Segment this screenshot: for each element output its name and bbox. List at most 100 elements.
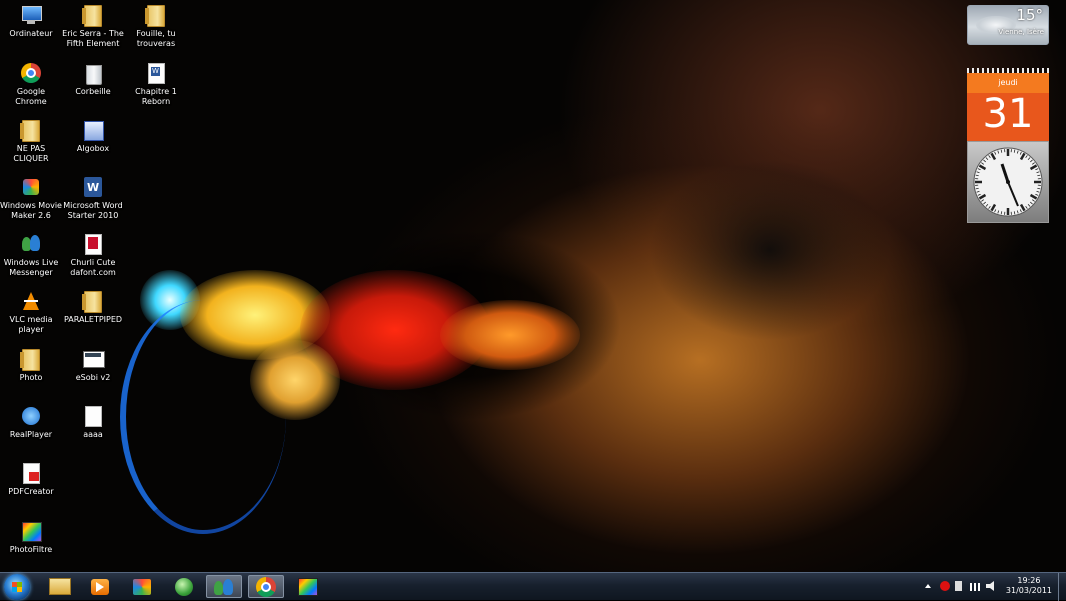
desktop-icon-movie-maker[interactable]: Windows Movie Maker 2.6: [0, 176, 62, 221]
analog-clock-face: [968, 142, 1048, 222]
desktop-icon-label: PhotoFiltre: [10, 545, 52, 555]
movie-maker-taskbar-icon: [133, 579, 151, 595]
recycle-bin-icon: [82, 62, 104, 84]
live-messenger-icon: [20, 233, 42, 255]
desktop-icon-label: Windows Live Messenger: [4, 258, 59, 278]
eric-serra-folder-icon: [82, 4, 104, 26]
desktop-icon-algobox[interactable]: Algobox: [62, 119, 124, 154]
media-player-taskbar-icon: [91, 579, 109, 595]
paraletpiped-folder-icon: [82, 290, 104, 312]
show-hidden-icons-arrow[interactable]: [925, 582, 931, 588]
desktop-icon-label: Algobox: [77, 144, 109, 154]
desktop-icon-label: Windows Movie Maker 2.6: [0, 201, 62, 221]
volume-tray-icon[interactable]: [986, 581, 996, 591]
desktop-icon-eric-serra-folder[interactable]: Eric Serra - The Fifth Element: [62, 4, 124, 49]
battery-tray-icon[interactable]: [955, 581, 962, 591]
desktop-icon-photo-folder[interactable]: Photo: [0, 348, 62, 383]
taskbar: 19:26 31/03/2011: [0, 572, 1066, 600]
desktop-icon-label: NE PAS CLIQUER: [0, 144, 62, 164]
desktop-icon-esobi[interactable]: eSobi v2: [62, 348, 124, 383]
desktop-icon-ne-pas-cliquer-folder[interactable]: NE PAS CLIQUER: [0, 119, 62, 164]
wallpaper-splash-gold-dots: [250, 340, 340, 420]
aaaa-file-icon: [82, 405, 104, 427]
photofiltre-taskbar-icon: [298, 578, 318, 596]
churli-cute-font-icon: [82, 233, 104, 255]
desktop-icon-label: VLC media player: [10, 315, 53, 335]
desktop-icon-label: PDFCreator: [8, 487, 53, 497]
messenger-taskbar-button[interactable]: [206, 575, 242, 598]
ne-pas-cliquer-folder-icon: [20, 119, 42, 141]
desktop-icon-vlc[interactable]: VLC media player: [0, 290, 62, 335]
desktop-icon-realplayer[interactable]: RealPlayer: [0, 405, 62, 440]
desktop-icon-label: Photo: [20, 373, 43, 383]
desktop-icon-fouille-folder[interactable]: Fouille, tu trouveras: [125, 4, 187, 49]
desktop-icon-google-chrome[interactable]: Google Chrome: [0, 62, 62, 107]
desktop-icon-paraletpiped-folder[interactable]: PARALETPIPED: [62, 290, 124, 325]
desktop-icon-label: aaaa: [83, 430, 103, 440]
movie-maker-icon: [20, 176, 42, 198]
media-player-taskbar-button[interactable]: [82, 575, 118, 598]
wallpaper-splash-blue-arc: [120, 300, 286, 534]
pdfcreator-icon: [20, 462, 42, 484]
wallpaper-splash-cyan: [140, 270, 200, 330]
explorer-taskbar-button[interactable]: [42, 575, 78, 598]
messenger-taskbar-icon: [214, 578, 234, 596]
desktop-icon-live-messenger[interactable]: Windows Live Messenger: [0, 233, 62, 278]
taskbar-time: 19:26: [1006, 576, 1052, 586]
desktop-icon-label: Fouille, tu trouveras: [136, 29, 175, 49]
desktop-icon-photofiltre[interactable]: PhotoFiltre: [0, 520, 62, 555]
desktop-icon-ordinateur[interactable]: Ordinateur: [0, 4, 62, 39]
photofiltre-taskbar-button[interactable]: [290, 575, 326, 598]
weather-location: Vienne, Isère: [998, 28, 1044, 36]
desktop-wallpaper: Ordinateur Eric Serra - The Fifth Element…: [0, 0, 1066, 572]
desktop-icon-churli-cute-font[interactable]: Churli Cute dafont.com: [62, 233, 124, 278]
desktop-icon-label: PARALETPIPED: [64, 315, 122, 325]
desktop-icon-aaaa-file[interactable]: aaaa: [62, 405, 124, 440]
desktop-icon-label: eSobi v2: [76, 373, 111, 383]
movie-maker-taskbar-button[interactable]: [124, 575, 160, 598]
green-globe-taskbar-icon: [175, 578, 193, 596]
chapitre-word-doc-icon: W: [145, 62, 167, 84]
chrome-taskbar-icon: [256, 577, 276, 597]
calendar-day-name: jeudi: [967, 78, 1049, 87]
word-starter-icon: W: [82, 176, 104, 198]
explorer-taskbar-icon: [49, 578, 71, 595]
taskbar-clock[interactable]: 19:26 31/03/2011: [1006, 576, 1052, 596]
clock-gadget[interactable]: [967, 141, 1049, 223]
wallpaper-splash-yellow: [180, 270, 330, 360]
network-tray-icon[interactable]: [970, 583, 980, 591]
desktop-icon-label: Chapitre 1 Reborn: [135, 87, 177, 107]
desktop-icon-label: Corbeille: [75, 87, 110, 97]
calendar-gadget[interactable]: jeudi 31: [967, 68, 1049, 141]
vlc-icon: [20, 290, 42, 312]
photofiltre-icon: [20, 520, 42, 542]
desktop-icon-label: Churli Cute dafont.com: [70, 258, 116, 278]
calendar-day-number: 31: [967, 92, 1049, 136]
desktop-icon-label: Ordinateur: [9, 29, 52, 39]
photo-folder-icon: [20, 348, 42, 370]
desktop-icon-recycle-bin[interactable]: Corbeille: [62, 62, 124, 97]
desktop-icon-word-starter[interactable]: W Microsoft Word Starter 2010: [62, 176, 124, 221]
weather-gadget[interactable]: 15° Vienne, Isère: [967, 5, 1049, 45]
desktop-icon-label: RealPlayer: [10, 430, 52, 440]
desktop-icon-chapitre-word-doc[interactable]: W Chapitre 1 Reborn: [125, 62, 187, 107]
realplayer-icon: [20, 405, 42, 427]
weather-temperature: 15°: [1016, 6, 1043, 24]
desktop-icon-label: Microsoft Word Starter 2010: [63, 201, 123, 221]
desktop-icon-label: Google Chrome: [0, 87, 62, 107]
start-button[interactable]: [4, 574, 30, 600]
google-chrome-icon: [20, 62, 42, 84]
chrome-taskbar-button[interactable]: [248, 575, 284, 598]
esobi-icon: [82, 348, 104, 370]
wallpaper-splash-red: [300, 270, 490, 390]
algobox-icon: [82, 119, 104, 141]
wallpaper-splash-orange: [440, 300, 580, 370]
show-desktop-button[interactable]: [1058, 573, 1066, 601]
taskbar-date: 31/03/2011: [1006, 586, 1052, 596]
antivirus-tray-icon[interactable]: [940, 581, 950, 591]
windows-logo-icon: [12, 582, 22, 592]
desktop-icon-label: Eric Serra - The Fifth Element: [62, 29, 124, 49]
green-globe-taskbar-button[interactable]: [166, 575, 202, 598]
fouille-folder-icon: [145, 4, 167, 26]
desktop-icon-pdfcreator[interactable]: PDFCreator: [0, 462, 62, 497]
